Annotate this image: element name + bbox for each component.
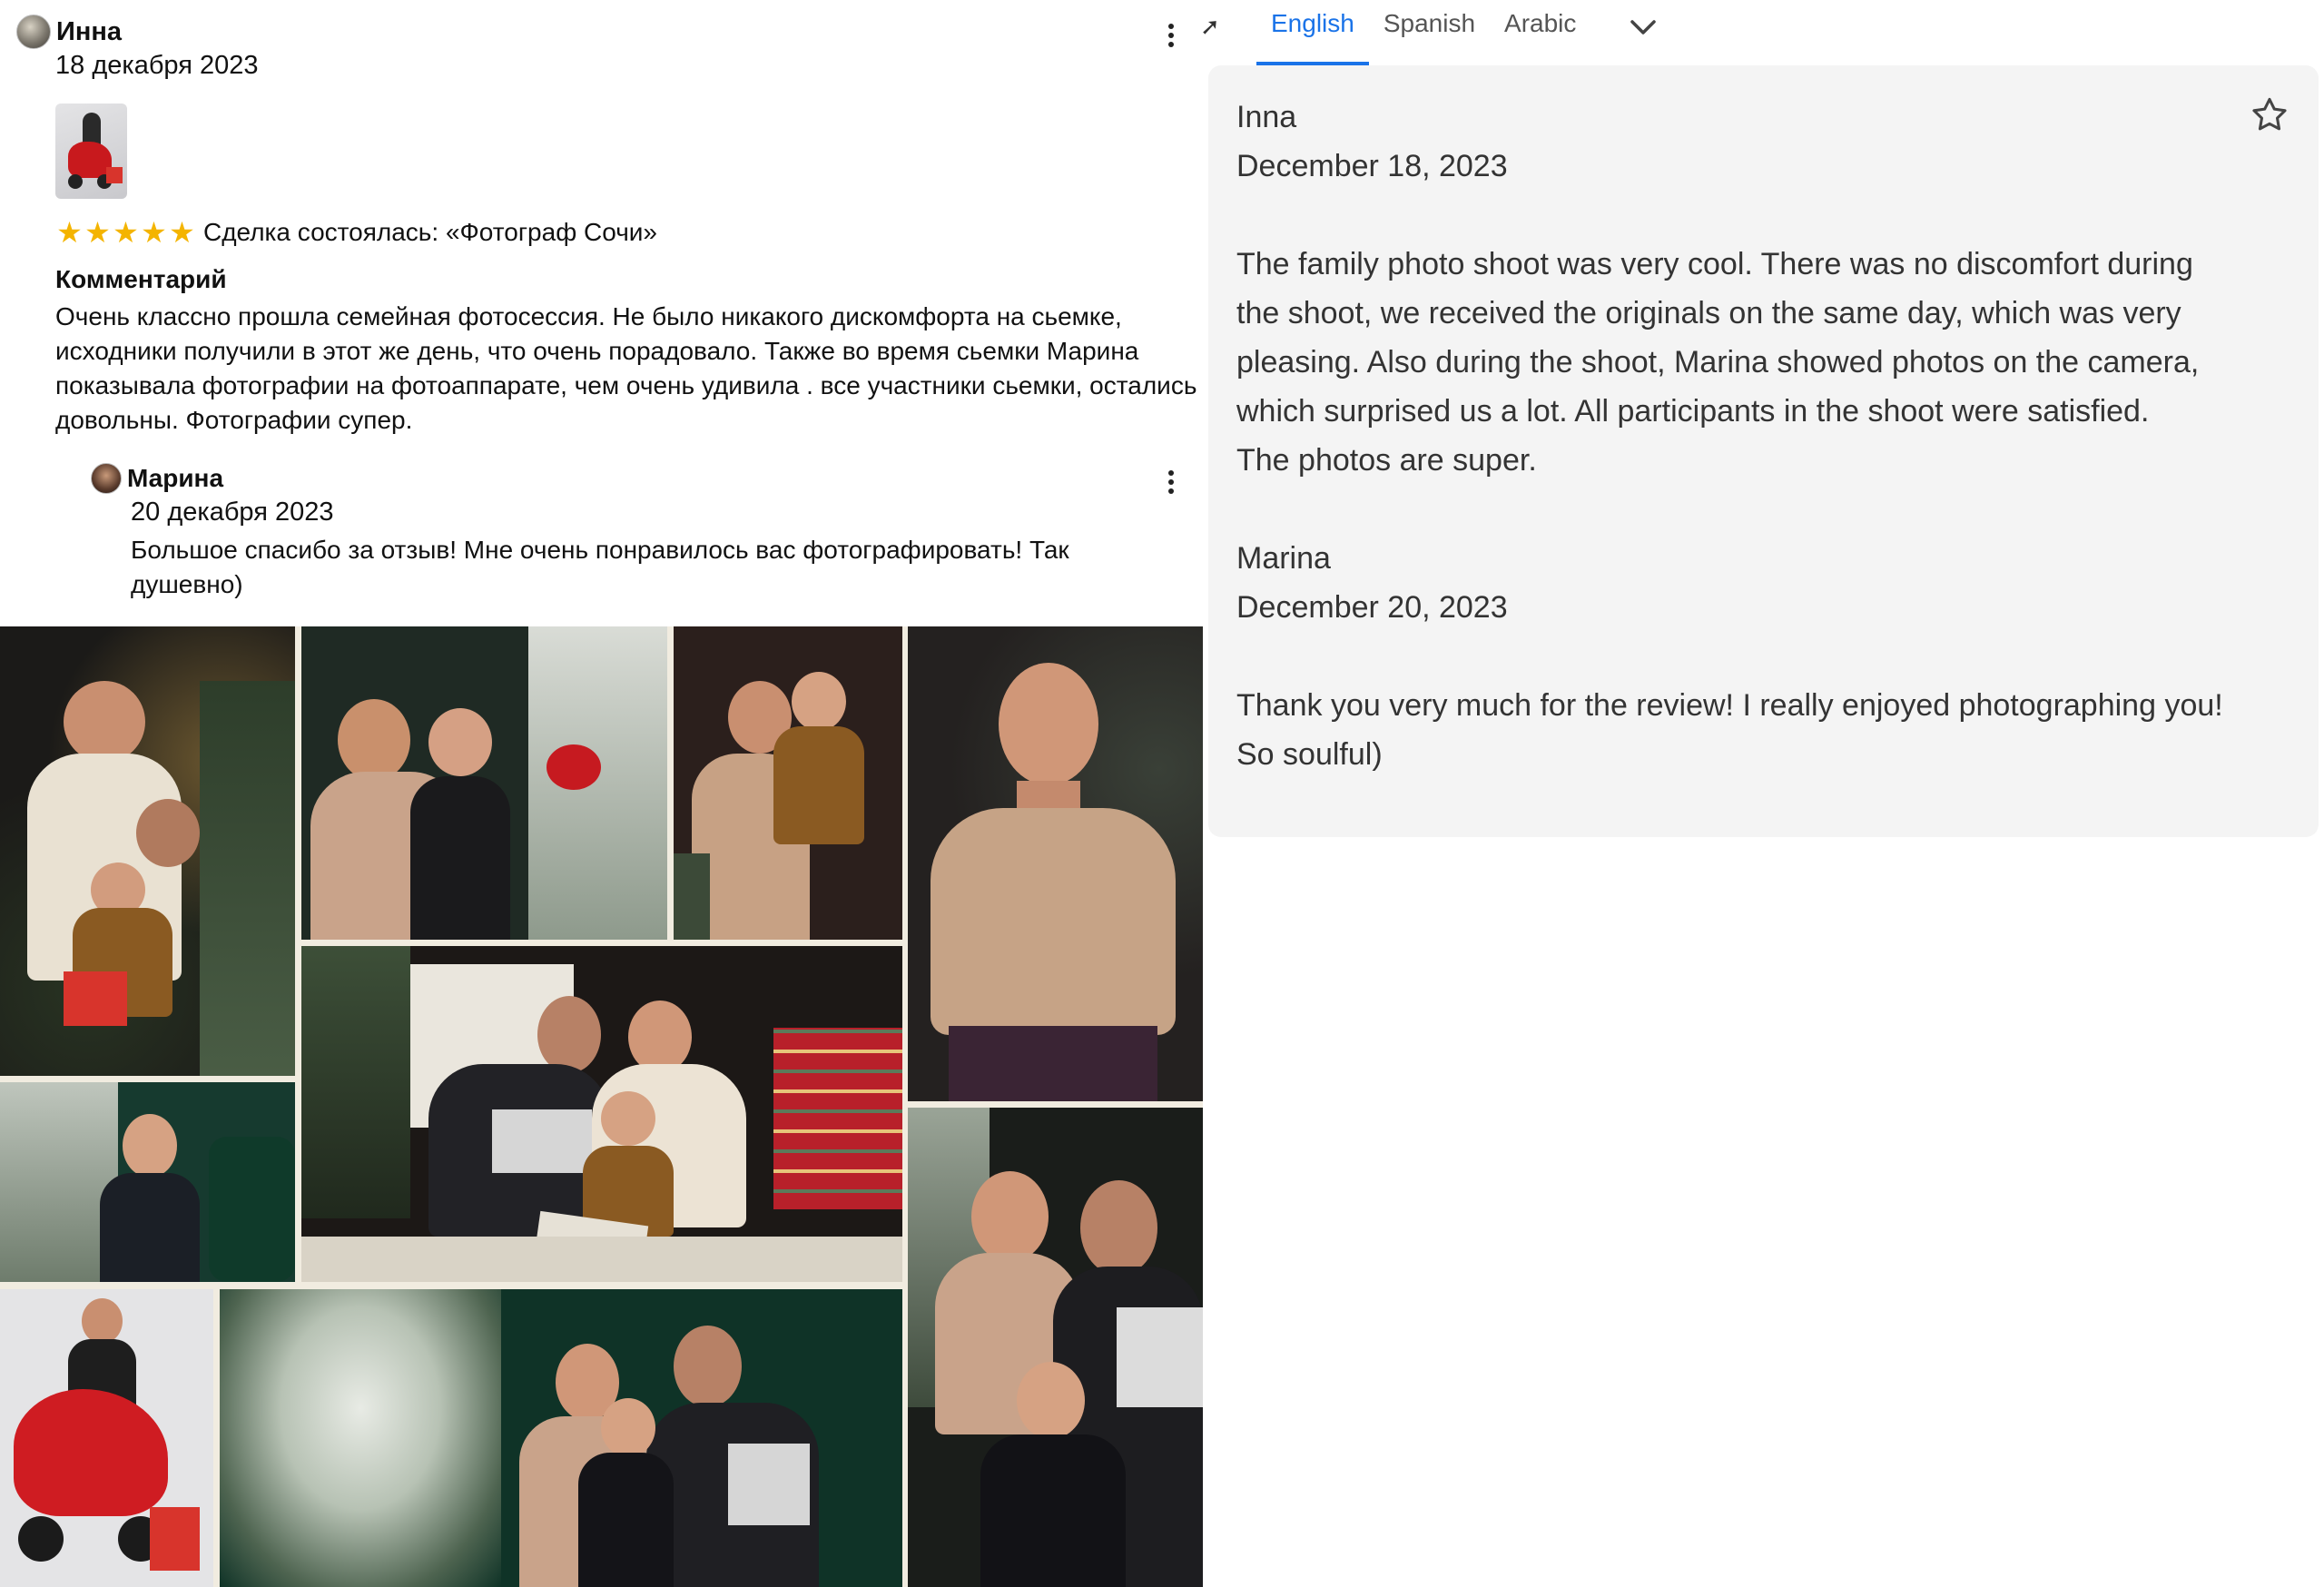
star-icon: ★ bbox=[169, 216, 195, 249]
collage-photo[interactable] bbox=[908, 626, 1203, 1101]
translated-text: Inna December 18, 2023 The family photo … bbox=[1236, 100, 2223, 772]
collage-photo[interactable] bbox=[301, 626, 667, 940]
collage-photo[interactable] bbox=[301, 946, 902, 1282]
rating-row: ★ ★ ★ ★ ★ Сделка состоялась: «Фотограф С… bbox=[55, 218, 657, 247]
star-outline-icon[interactable] bbox=[2249, 94, 2290, 136]
review-thumbnail[interactable] bbox=[55, 104, 127, 199]
avatar[interactable] bbox=[16, 15, 51, 49]
collage-photo[interactable] bbox=[0, 1082, 295, 1282]
owner-reply: Марина 20 декабря 2023 Большое спасибо з… bbox=[91, 463, 1198, 602]
chevron-down-icon[interactable] bbox=[1625, 9, 1661, 45]
star-icon: ★ bbox=[84, 216, 111, 249]
collage-photo[interactable] bbox=[0, 626, 295, 1076]
star-rating: ★ ★ ★ ★ ★ bbox=[55, 218, 196, 247]
photo-collage bbox=[0, 626, 1203, 1587]
review-card: Инна 18 декабря 2023 ★ ★ ★ ★ ★ Сделка со… bbox=[0, 0, 1203, 626]
deal-label: Сделка состоялась: «Фотограф Сочи» bbox=[203, 218, 657, 246]
reply-header: Марина bbox=[91, 463, 1198, 494]
review-date: 18 декабря 2023 bbox=[55, 51, 259, 80]
tab-english[interactable]: English bbox=[1256, 0, 1369, 65]
language-tabs: English Spanish Arabic bbox=[1256, 0, 1590, 65]
collage-photo[interactable] bbox=[908, 1108, 1203, 1587]
collage-photo[interactable] bbox=[220, 1289, 902, 1587]
collage-photo[interactable] bbox=[0, 1289, 213, 1587]
translate-icon[interactable]: ➚ bbox=[1200, 13, 1220, 41]
reply-more-icon[interactable] bbox=[1162, 467, 1180, 498]
tab-spanish[interactable]: Spanish bbox=[1369, 0, 1490, 65]
avatar[interactable] bbox=[91, 463, 122, 494]
reply-date: 20 декабря 2023 bbox=[131, 498, 334, 527]
comment-text: Очень классно прошла семейная фотосессия… bbox=[55, 302, 1197, 434]
star-icon: ★ bbox=[113, 216, 139, 249]
star-icon: ★ bbox=[141, 216, 167, 249]
author-name[interactable]: Инна bbox=[56, 17, 122, 47]
review-more-icon[interactable] bbox=[1162, 20, 1180, 51]
star-icon: ★ bbox=[56, 216, 83, 249]
reply-author[interactable]: Марина bbox=[127, 464, 223, 493]
reply-text: Большое спасибо за отзыв! Мне очень понр… bbox=[131, 536, 1069, 598]
tab-arabic[interactable]: Arabic bbox=[1490, 0, 1590, 65]
translation-panel: Inna December 18, 2023 The family photo … bbox=[1208, 65, 2319, 837]
comment-title: Комментарий bbox=[55, 265, 227, 293]
collage-photo[interactable] bbox=[674, 626, 902, 940]
review-header: Инна bbox=[16, 15, 122, 49]
